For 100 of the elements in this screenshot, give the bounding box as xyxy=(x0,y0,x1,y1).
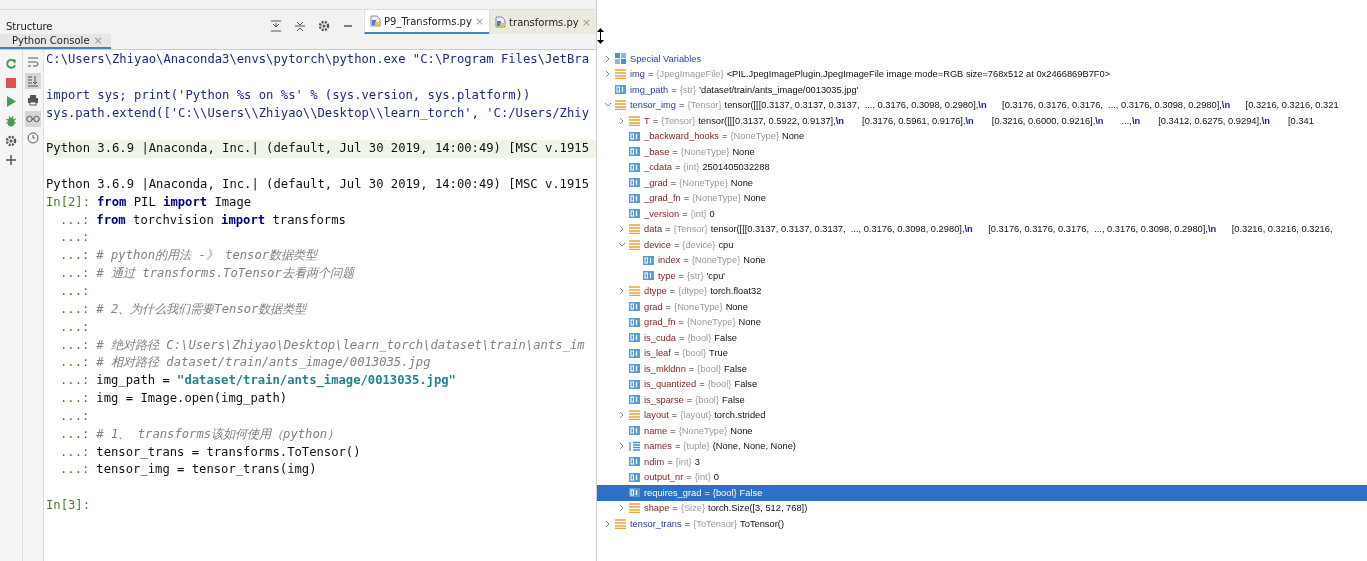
variable-row[interactable]: is_cuda = {bool} False xyxy=(597,330,1367,346)
code-text: "dataset/train/ants_image/0013035.jpg" xyxy=(177,373,456,388)
variable-row[interactable]: name = {NoneType} None xyxy=(597,423,1367,439)
variable-value: None xyxy=(730,177,754,188)
variable-row[interactable]: tensor_trans = {ToTensor} ToTensor() xyxy=(597,516,1367,532)
python-file-icon xyxy=(370,15,382,27)
rerun-icon[interactable] xyxy=(5,58,17,70)
code-text: Python 3.6.9 |Anaconda, Inc.| (default, Jul 30 2019, 14:00:49) [MSC v.1915 xyxy=(46,141,589,156)
variable-name: grad xyxy=(644,301,663,312)
variable-value: cpu xyxy=(718,239,734,250)
variable-row[interactable]: is_mkldnn = {bool} False xyxy=(597,361,1367,377)
console-tab[interactable]: Python Console × xyxy=(0,34,111,49)
variable-type: {tuple} xyxy=(683,441,710,452)
variable-row[interactable]: requires_grad = {bool} False xyxy=(597,485,1367,501)
code-text: import xyxy=(221,212,266,227)
console-prompt: ...: xyxy=(59,462,90,477)
variable-row[interactable]: _cdata = {int} 2501405032288 xyxy=(597,159,1367,175)
chevron-down-icon[interactable] xyxy=(618,240,626,249)
list-icon xyxy=(615,69,626,80)
chevron-right-icon[interactable] xyxy=(618,287,626,296)
equals-sign: = xyxy=(672,146,678,157)
number-icon xyxy=(629,147,640,157)
console-prompt: In[2]: xyxy=(46,194,91,209)
variable-type: {bool} xyxy=(707,379,732,390)
equals-sign: = xyxy=(665,301,672,312)
code-text: img_path = xyxy=(96,373,171,388)
variable-row[interactable]: data = {Tensor} tensor([[[0.3137, 0.3137, 0.3137, ..., 0.3176, 0.3098, 0.2980],\n [0.3176, 0.3176, 0.3176, ..., 0.3176, 0.3098, 0.2980],\n [0.3216, 0.3216, 0.3216, xyxy=(597,221,1367,237)
chevron-right-icon[interactable] xyxy=(618,225,626,234)
variable-row[interactable]: Special Variables xyxy=(597,51,1367,67)
console-prompt: ...: xyxy=(59,444,90,459)
run-icon[interactable] xyxy=(6,96,16,107)
variable-name: img_path xyxy=(630,84,669,95)
list-icon xyxy=(629,286,640,297)
variable-row[interactable]: tensor_img = {Tensor} tensor([[[0.3137, 0.3137, 0.3137, ..., 0.3176, 0.3098, 0.2980],\n [0.3176, 0.3176, 0.3176, ..., 0.3176, 0.3098, 0.2980],\n [0.3216, 0.3216, 0.321 xyxy=(597,97,1367,113)
chevron-right-icon[interactable] xyxy=(618,116,626,125)
variable-row[interactable]: _base = {NoneType} None xyxy=(597,144,1367,160)
console-prompt: ...: xyxy=(59,212,90,227)
expand-all-icon[interactable] xyxy=(270,20,283,32)
variable-row[interactable]: shape = {Size} torch.Size([3, 512, 768]) xyxy=(597,500,1367,516)
variable-row[interactable]: output_nr = {int} 0 xyxy=(597,469,1367,485)
variable-type: {str} xyxy=(687,270,704,281)
editor-tab[interactable]: P9_Transforms.py × xyxy=(364,10,490,34)
chevron-right-icon[interactable] xyxy=(618,504,626,513)
equals-sign: = xyxy=(686,472,692,483)
equals-sign: = xyxy=(665,224,671,235)
variable-row[interactable]: img = {JpegImageFile} <PIL.JpegImagePlugin.JpegImageFile image mode=RGB size=768x512 at 0x2466869B7F0> xyxy=(597,66,1367,82)
variable-row[interactable]: grad_fn = {NoneType} None xyxy=(597,314,1367,330)
variable-row[interactable]: device = {device} cpu xyxy=(597,237,1367,253)
code-text: # 相对路径 dataset/train/ants_image/0013035.jpg xyxy=(96,355,431,370)
soft-wrap-icon[interactable] xyxy=(25,54,41,70)
console-prompt: ...: xyxy=(59,337,90,352)
clock-icon[interactable] xyxy=(25,130,41,146)
add-icon[interactable] xyxy=(6,155,16,165)
variable-value: False xyxy=(724,363,747,374)
variable-name: T xyxy=(644,115,650,126)
chevron-right-icon[interactable] xyxy=(618,411,626,420)
variable-row[interactable]: _backward_hooks = {NoneType} None xyxy=(597,128,1367,144)
variable-row[interactable]: _grad = {NoneType} None xyxy=(597,175,1367,191)
settings-icon[interactable] xyxy=(318,20,331,32)
settings-icon[interactable] xyxy=(5,135,17,147)
variable-type: {NoneType} xyxy=(687,317,736,328)
chevron-right-icon[interactable] xyxy=(604,54,612,63)
variable-value: (None, None, None) xyxy=(712,441,796,452)
variable-row[interactable]: img_path = {str} 'dataset/train/ants_image/0013035.jpg' xyxy=(597,82,1367,98)
variable-name: requires_grad xyxy=(644,487,702,498)
variable-row[interactable]: _grad_fn = {NoneType} None xyxy=(597,190,1367,206)
variable-row[interactable]: ndim = {int} 3 xyxy=(597,454,1367,470)
variable-row[interactable]: grad = {NoneType} None xyxy=(597,299,1367,315)
variable-row[interactable]: index = {NoneType} None xyxy=(597,252,1367,268)
code-text: PIL xyxy=(132,194,157,209)
variable-row[interactable]: is_sparse = {bool} False xyxy=(597,392,1367,408)
variable-row[interactable]: is_quantized = {bool} False xyxy=(597,376,1367,392)
variable-row[interactable]: names = {tuple} (None, None, None) xyxy=(597,438,1367,454)
number-icon xyxy=(615,85,626,95)
variable-type: {bool} xyxy=(697,363,722,374)
chevron-right-icon[interactable] xyxy=(618,442,626,451)
collapse-all-icon[interactable] xyxy=(294,20,307,32)
printer-icon[interactable] xyxy=(25,92,41,108)
chevron-right-icon[interactable] xyxy=(604,70,612,79)
variable-row[interactable]: is_leaf = {bool} True xyxy=(597,345,1367,361)
equals-sign: = xyxy=(667,456,673,467)
variable-row[interactable]: _version = {int} 0 xyxy=(597,206,1367,222)
variable-value: <PIL.JpegImagePlugin.JpegImageFile image mode=RGB size=768x512 at 0x2466869B7F0> xyxy=(726,69,1111,80)
chevron-right-icon[interactable] xyxy=(604,519,612,528)
console-prompt: ...: xyxy=(59,248,90,263)
code-text: transforms xyxy=(271,212,346,227)
variable-name: type xyxy=(658,270,676,281)
resize-cursor-icon xyxy=(597,28,604,44)
variable-row[interactable]: layout = {layout} torch.strided xyxy=(597,407,1367,423)
number-icon xyxy=(629,348,640,358)
number-icon xyxy=(629,209,640,219)
editor-tab[interactable]: transforms.py × xyxy=(489,10,596,34)
variable-row[interactable]: T = {Tensor} tensor([[[0.3137, 0.5922, 0.9137],\n [0.3176, 0.5961, 0.9176],\n [0.3216, 0.6000, 0.9216],\n ...,\n [0.3412, 0.6275, 0.9294],\n [0.341 xyxy=(597,113,1367,129)
equals-sign: = xyxy=(721,131,728,142)
variable-row[interactable]: dtype = {dtype} torch.float32 xyxy=(597,283,1367,299)
variable-row[interactable]: type = {str} 'cpu' xyxy=(597,268,1367,284)
code-text: C:\Users\Zhiyao\Anaconda3\envs\pytorch\python.exe "C:\Program Files\JetBra xyxy=(46,52,589,66)
glasses-icon[interactable] xyxy=(25,111,41,127)
variable-name: _version xyxy=(644,208,680,219)
bug-icon[interactable] xyxy=(5,115,17,127)
